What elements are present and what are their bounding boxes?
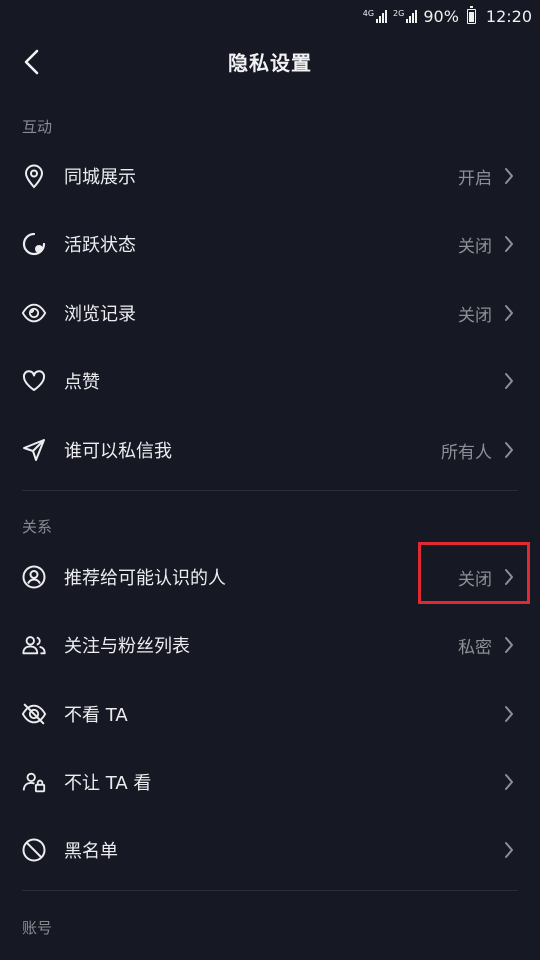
setting-label: 推荐给可能认识的人 (64, 568, 226, 589)
setting-value: 开启 (458, 168, 492, 189)
setting-value: 关闭 (458, 236, 492, 257)
eye-icon (21, 300, 47, 326)
setting-row-blacklist[interactable]: 黑名单 (0, 816, 540, 884)
highlight-box (418, 542, 530, 604)
setting-label: 活跃状态 (64, 235, 136, 256)
setting-label: 同城展示 (64, 167, 136, 188)
users-icon (21, 632, 47, 658)
battery-percent: 90% (423, 6, 459, 26)
setting-row-follow-fans-list[interactable]: 关注与粉丝列表 私密 (0, 611, 540, 679)
chevron-right-icon (502, 772, 516, 792)
section-divider (22, 890, 518, 891)
battery-icon (466, 5, 476, 24)
setting-label: 浏览记录 (64, 304, 136, 325)
back-button[interactable] (16, 46, 48, 78)
chevron-left-icon (24, 49, 39, 75)
setting-label: 点赞 (64, 372, 100, 393)
network-4g-label: 4G (362, 9, 375, 18)
block-icon (21, 837, 47, 863)
setting-value: 私密 (458, 637, 492, 658)
chevron-right-icon (502, 704, 516, 724)
section-divider (22, 490, 518, 491)
status-bar: 4G 2G 90% 12:20 (0, 0, 540, 32)
setting-label: 不让 TA 看 (64, 773, 152, 794)
user-circle-icon (21, 564, 47, 590)
signal-2g-icon: 2G (393, 9, 418, 23)
active-status-icon (21, 231, 47, 257)
setting-row-city-display[interactable]: 同城展示 开启 (0, 142, 540, 210)
chevron-right-icon (502, 234, 516, 254)
nav-bar: 隐私设置 (0, 32, 540, 90)
chevron-right-icon (502, 440, 516, 460)
signal-4g-icon: 4G (362, 9, 388, 23)
section-header-interaction: 互动 (22, 118, 53, 136)
eye-off-icon (21, 701, 47, 727)
section-header-relations: 关系 (22, 518, 53, 536)
setting-value: 关闭 (458, 305, 492, 326)
setting-row-active-status[interactable]: 活跃状态 关闭 (0, 210, 540, 278)
setting-row-hide-their-content[interactable]: 不看 TA (0, 680, 540, 748)
setting-row-hide-my-content[interactable]: 不让 TA 看 (0, 748, 540, 816)
setting-label: 谁可以私信我 (64, 441, 172, 462)
setting-row-likes[interactable]: 点赞 (0, 347, 540, 415)
network-2g-label: 2G (393, 9, 405, 18)
user-lock-icon (21, 769, 47, 795)
setting-label: 不看 TA (64, 705, 128, 726)
chevron-right-icon (502, 635, 516, 655)
chevron-right-icon (502, 371, 516, 391)
section-header-account: 账号 (22, 919, 53, 937)
clock: 12:20 (485, 6, 532, 26)
setting-row-browse-history[interactable]: 浏览记录 关闭 (0, 279, 540, 347)
heart-icon (21, 368, 47, 394)
chevron-right-icon (502, 303, 516, 323)
send-icon (21, 437, 47, 463)
setting-row-who-can-message[interactable]: 谁可以私信我 所有人 (0, 416, 540, 484)
setting-value: 所有人 (441, 442, 492, 463)
chevron-right-icon (502, 840, 516, 860)
page-title: 隐私设置 (228, 50, 312, 75)
setting-label: 黑名单 (64, 841, 118, 862)
chevron-right-icon (502, 166, 516, 186)
location-pin-icon (21, 163, 47, 189)
setting-label: 关注与粉丝列表 (64, 636, 190, 657)
